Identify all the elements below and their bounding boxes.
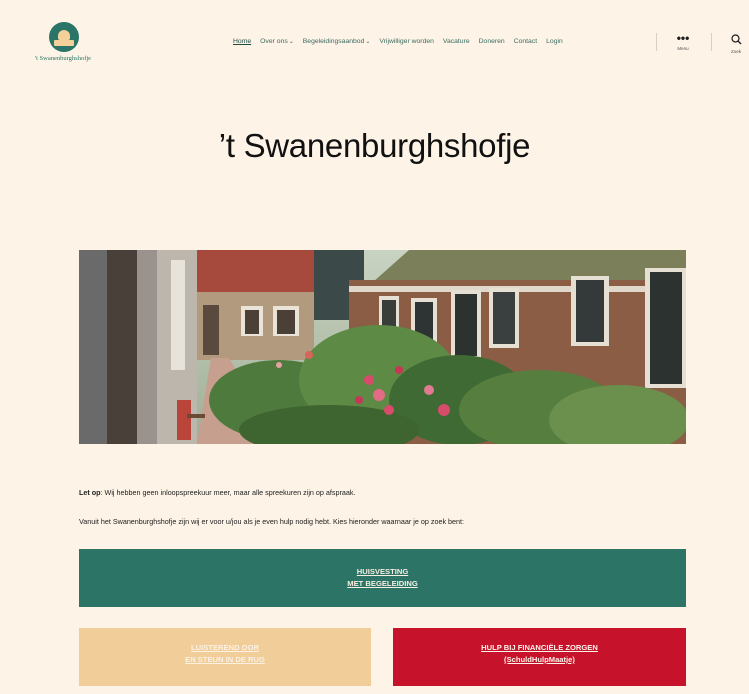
housing-button[interactable]: HUISVESTING MET BEGELEIDING	[79, 549, 686, 607]
nav-item-contact[interactable]: Contact	[514, 38, 537, 45]
nav-item-doneren[interactable]: Doneren	[479, 38, 505, 45]
main-nav: Home Over ons⌄ Begeleidingsaanbod⌄ Vrijw…	[233, 38, 563, 45]
search-icon	[730, 34, 741, 45]
nav-item-login[interactable]: Login	[546, 38, 563, 45]
note-text: : Wij hebben geen inloopspreekuur meer, …	[100, 488, 356, 497]
courtyard-illustration	[79, 250, 686, 444]
chevron-down-icon: ⌄	[288, 39, 294, 45]
nav-item-over-ons[interactable]: Over ons⌄	[260, 38, 294, 45]
nav-item-vacature[interactable]: Vacature	[443, 38, 470, 45]
nav-divider	[711, 33, 712, 51]
chevron-down-icon: ⌄	[365, 39, 371, 45]
listening-ear-button[interactable]: LUISTEREND OOR EN STEUN IN DE RUG	[79, 628, 371, 686]
nav-item-label: Over ons	[260, 38, 288, 45]
nav-item-home[interactable]: Home	[233, 38, 251, 45]
finance-line-1: HULP BIJ FINANCIËLE ZORGEN	[481, 643, 598, 652]
courtyard-photo	[79, 250, 686, 444]
logo-text: 't Swanenburghshofje	[34, 55, 92, 62]
nav-item-label: Begeleidingsaanbod	[302, 38, 365, 45]
housing-line-1: HUISVESTING	[356, 567, 409, 576]
appointment-note: Let op: Wij hebben geen inloopspreekuur …	[79, 488, 355, 497]
nav-item-vrijwilliger-worden[interactable]: Vrijwilliger worden	[379, 38, 434, 45]
site-header: 't Swanenburghshofje Home Over ons⌄ Bege…	[0, 0, 749, 80]
listening-line-2: EN STEUN IN DE RUG	[185, 655, 265, 664]
ellipsis-icon: •••	[676, 31, 690, 45]
nav-divider	[656, 33, 657, 51]
search-label: Zoek	[730, 49, 741, 54]
search-button[interactable]: Zoek	[727, 34, 745, 54]
financial-help-button[interactable]: HULP BIJ FINANCIËLE ZORGEN (SchuldHulpMa…	[393, 628, 686, 686]
note-label: Let op	[79, 488, 101, 497]
housing-line-2: MET BEGELEIDING	[347, 579, 418, 588]
menu-button[interactable]: ••• Menu	[672, 31, 694, 51]
intro-text: Vanuit het Swanenburghshofje zijn wij er…	[79, 517, 465, 526]
menu-label: Menu	[677, 46, 689, 51]
nav-item-begeleidingsaanbod[interactable]: Begeleidingsaanbod⌄	[303, 38, 371, 45]
swan-logo-icon	[49, 22, 79, 52]
page-title: ’t Swanenburghshofje	[218, 127, 531, 164]
listening-line-1: LUISTEREND OOR	[191, 643, 259, 652]
site-logo[interactable]: 't Swanenburghshofje	[28, 22, 100, 62]
finance-line-2: (SchuldHulpMaatje)	[504, 655, 575, 664]
